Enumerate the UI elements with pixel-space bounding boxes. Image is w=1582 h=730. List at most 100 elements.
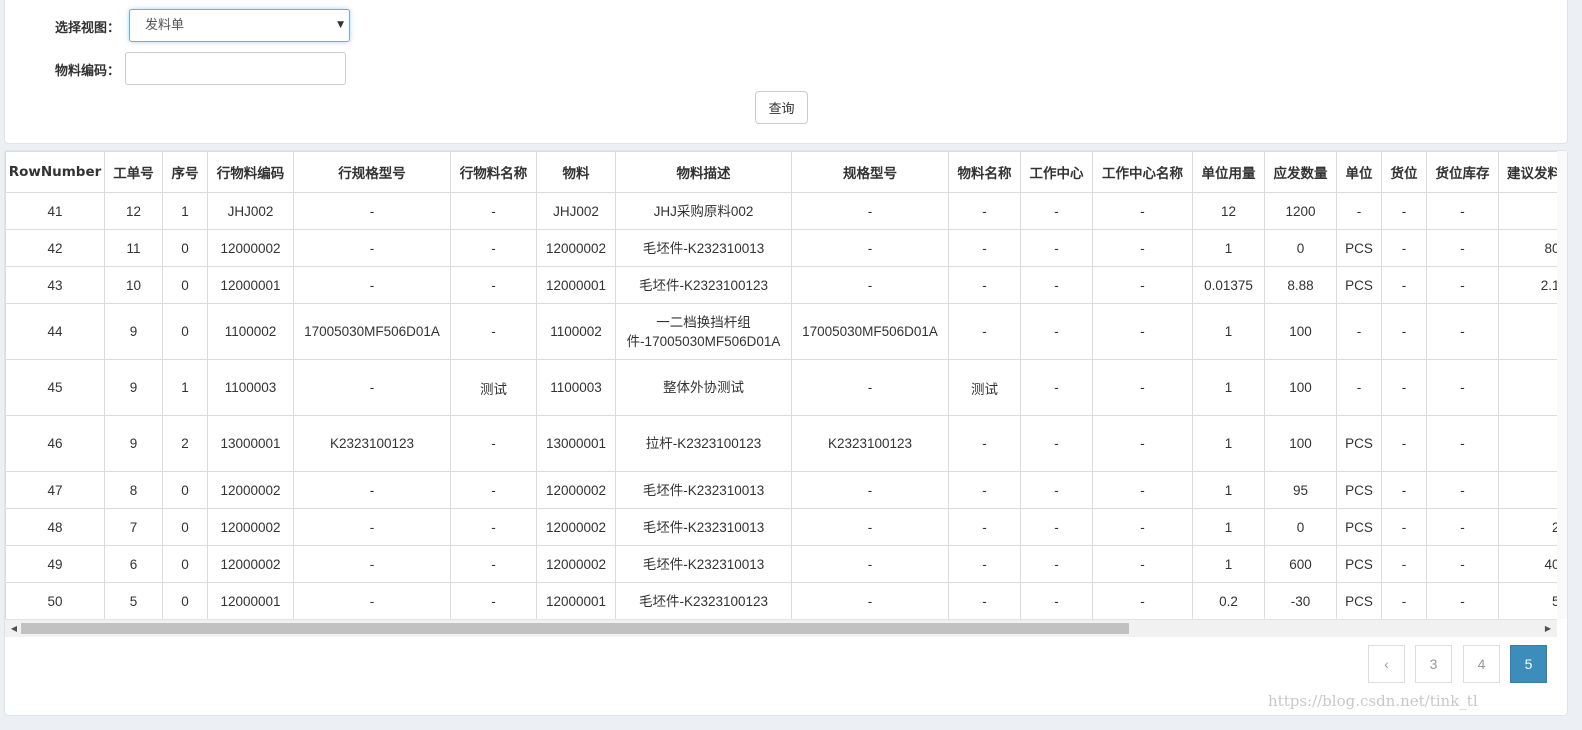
table-cell: - (1092, 303, 1193, 360)
table-cell: 46 (5, 415, 105, 472)
table-cell: 整体外协测试 (615, 359, 792, 416)
table-row[interactable]: 50 5 0 12000001- -12000001 毛坯件-K2323100123- - -… (5, 582, 1557, 619)
table-cell: - (1381, 229, 1427, 267)
table-cell: 1 (1192, 303, 1265, 360)
table-row[interactable]: 46 9 2 13000001 K2323100123-13000001 拉杆-K2323… (5, 415, 1557, 472)
column-header: 货位 (1381, 151, 1427, 193)
table-cell: 0 (162, 471, 208, 509)
table-cell: 2.12 (1498, 266, 1557, 304)
table-cell: 12000002 (207, 229, 294, 267)
view-select-value: 发料单 (145, 18, 185, 33)
table-cell: 47 (5, 471, 105, 509)
table-cell: 95 (1264, 471, 1337, 509)
table-cell: 0 (1498, 359, 1557, 416)
table-cell: - (791, 471, 949, 509)
table-cell: 0 (162, 545, 208, 583)
table-cell: 12000002 (207, 471, 294, 509)
table-row[interactable]: 47 8 0 12000002- -12000002 毛坯件-K232310013- - - -… (5, 471, 1557, 509)
table-cell: PCS (1336, 229, 1382, 267)
table-cell: 10 (104, 266, 163, 304)
table-cell: 测试 (948, 359, 1021, 416)
table-cell: 1100003 (536, 359, 616, 416)
page-4-button[interactable]: 4 (1463, 645, 1500, 683)
table-cell: - (1020, 582, 1093, 619)
horizontal-scrollbar[interactable]: ◀ ▶ (5, 619, 1557, 637)
table-cell: 50 (5, 582, 105, 619)
table-cell: - (1020, 471, 1093, 509)
table-cell: - (1426, 415, 1499, 472)
arrow-left-icon[interactable]: ◀ (7, 620, 21, 637)
column-header: 货位库存 (1426, 151, 1499, 193)
table-cell: 毛坯件-K2323100123 (615, 266, 792, 304)
table-cell: - (791, 545, 949, 583)
column-header: 序号 (162, 151, 208, 193)
query-button[interactable]: 查询 (755, 91, 808, 124)
column-header: 行规格型号 (293, 151, 451, 193)
table-row[interactable]: 45911100003-测试1100003整体外协测试-测试--1100---0 (5, 359, 1557, 416)
table-cell: 1 (162, 359, 208, 416)
table-cell: - (293, 192, 451, 230)
table-cell: - (948, 545, 1021, 583)
table-cell: - (1020, 303, 1093, 360)
table-row[interactable]: 42 11 0 12000002- -12000002 毛坯件-K232310013- - -… (5, 229, 1557, 267)
prev-page-button[interactable]: ‹ (1368, 645, 1405, 683)
table-cell: - (450, 471, 537, 509)
table-cell: - (1426, 471, 1499, 509)
table-cell: 8.88 (1264, 266, 1337, 304)
data-table: RowNumber 工单号 序号 行物料编码 行规格型号 行物料名称 物料 物料描述 规格型号物… (5, 151, 1557, 619)
table-cell: - (1336, 359, 1382, 416)
table-cell: 测试 (450, 359, 537, 416)
table-row[interactable]: 48 7 0 12000002- -12000002 毛坯件-K232310013- - - -… (5, 508, 1557, 546)
table-cell: 0 (1498, 303, 1557, 360)
table-cell: 100 (1264, 359, 1337, 416)
table-cell: 毛坯件-K232310013 (615, 229, 792, 267)
table-cell: - (1020, 266, 1093, 304)
column-header: 行物料编码 (207, 151, 294, 193)
table-cell: 13000001 (536, 415, 616, 472)
table-row[interactable]: 49 6 0 12000002- -12000002 毛坯件-K232310013- - - -… (5, 545, 1557, 583)
table-cell: 0 (162, 266, 208, 304)
table-cell: 1 (1192, 508, 1265, 546)
table-cell: - (1336, 192, 1382, 230)
table-cell: - (1092, 508, 1193, 546)
table-cell: 12000001 (207, 582, 294, 619)
table-cell: - (450, 582, 537, 619)
table-cell: - (1092, 545, 1193, 583)
table-cell: 44 (5, 303, 105, 360)
table-cell: 12000002 (207, 545, 294, 583)
table-row[interactable]: 43 10 0 12000001- -12000001 毛坯件-K2323100123- -… (5, 266, 1557, 304)
material-code-input[interactable] (125, 52, 346, 85)
table-cell: 100 (1264, 303, 1337, 360)
table-cell: 9 (104, 303, 163, 360)
table-cell: 1200 (1264, 192, 1337, 230)
table-cell: - (1092, 266, 1193, 304)
table-cell: - (1092, 359, 1193, 416)
table-cell: - (1381, 471, 1427, 509)
table-cell: 拉杆-K2323100123 (615, 415, 792, 472)
arrow-right-icon[interactable]: ▶ (1541, 620, 1555, 637)
table-row[interactable]: 41 12 1 JHJ002- - JHJ002 JHJ采购原料002- - - -12 1200-… (5, 192, 1557, 230)
view-select[interactable]: 发料单 ▼ (129, 9, 350, 42)
column-header: RowNumber (5, 151, 105, 193)
page-3-button[interactable]: 3 (1415, 645, 1452, 683)
table-cell: 1 (162, 192, 208, 230)
table-panel: RowNumber 工单号 序号 行物料编码 行规格型号 行物料名称 物料 物料描述 规格型号物… (4, 150, 1568, 716)
table-cell: PCS (1336, 415, 1382, 472)
table-cell: - (791, 359, 949, 416)
table-cell: 48 (5, 508, 105, 546)
table-cell: 42 (5, 229, 105, 267)
table-cell: 12 (1192, 192, 1265, 230)
horizontal-scroll-thumb[interactable] (21, 623, 1129, 634)
table-cell: 0.2 (1192, 582, 1265, 619)
table-cell: - (1381, 192, 1427, 230)
table-row[interactable]: 44 9 0 1100002 17005030MF506D01A -1100002 一二档换… (5, 303, 1557, 360)
column-header: 物料描述 (615, 151, 792, 193)
table-cell: - (1381, 266, 1427, 304)
table-cell: - (791, 266, 949, 304)
table-cell: - (450, 415, 537, 472)
table-cell: 毛坯件-K232310013 (615, 545, 792, 583)
page-5-button[interactable]: 5 (1510, 645, 1547, 683)
table-cell: - (1020, 545, 1093, 583)
table-cell: 13000001 (207, 415, 294, 472)
table-cell: 600 (1264, 545, 1337, 583)
